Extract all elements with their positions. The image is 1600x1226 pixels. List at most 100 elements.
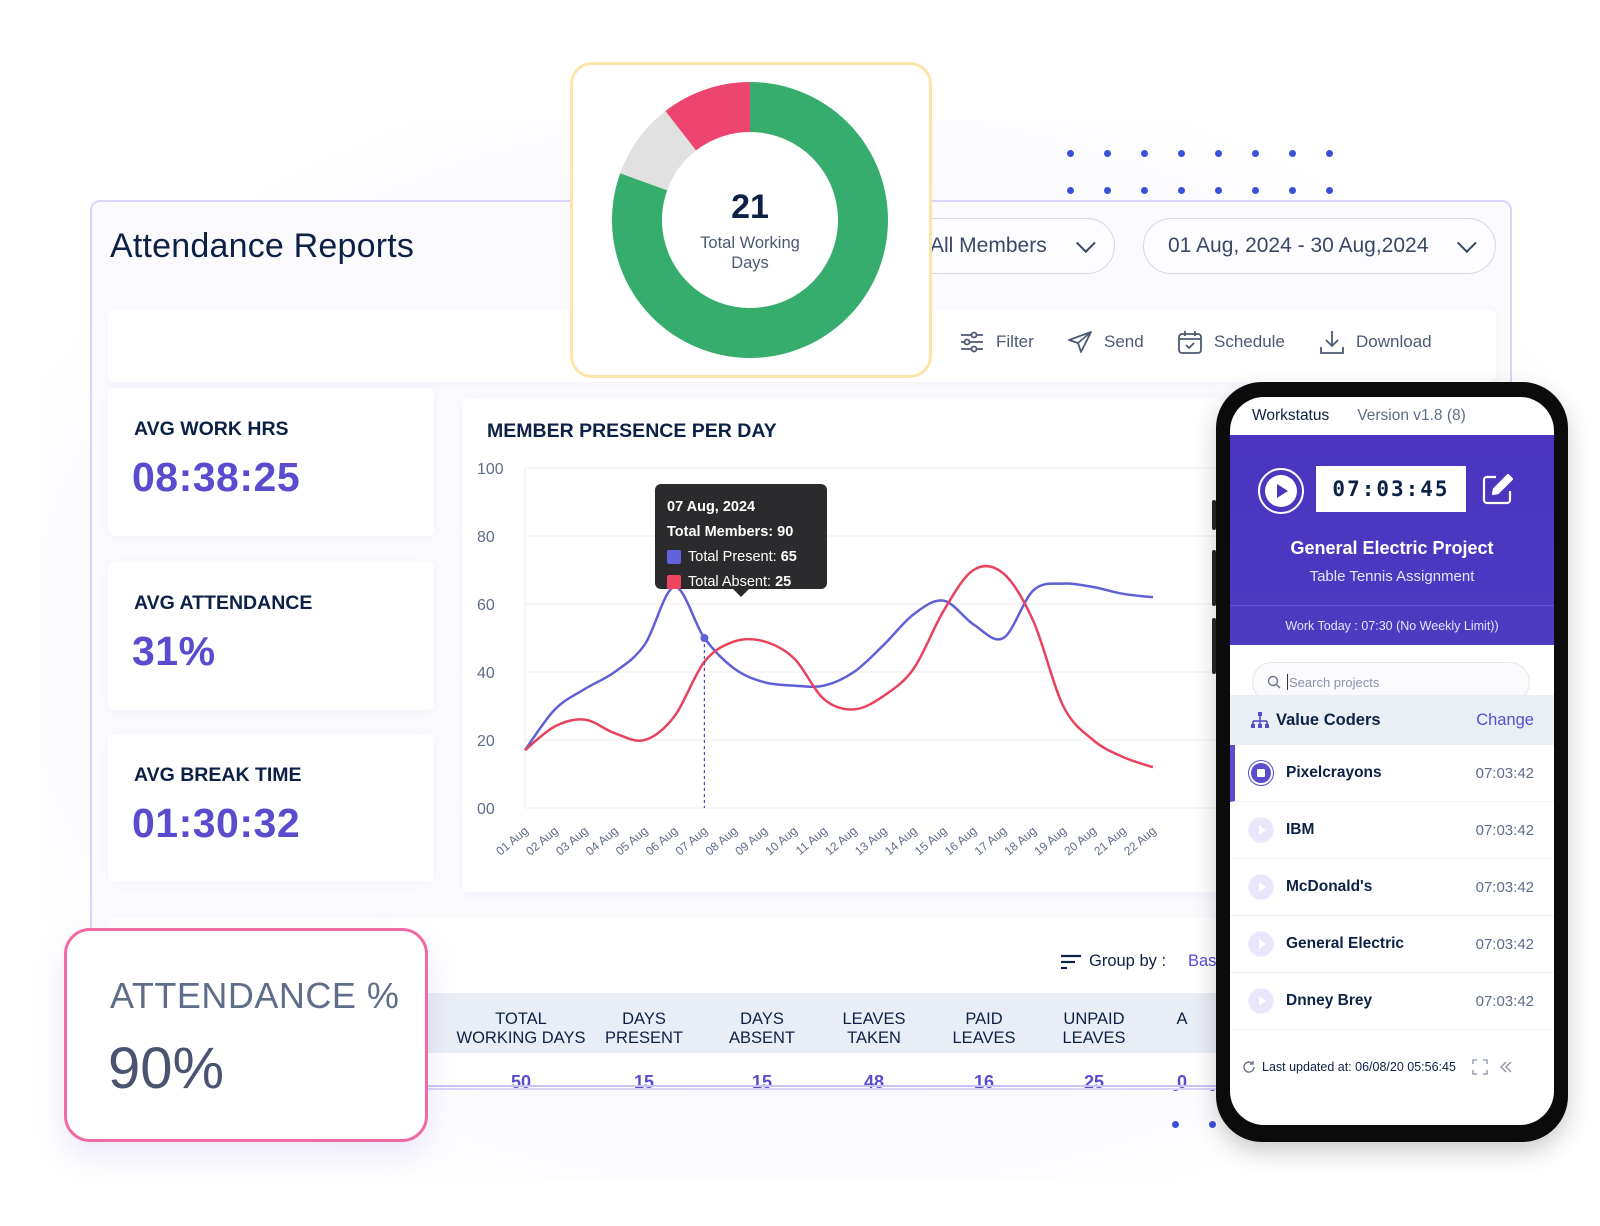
table-cell: 15 <box>633 1072 655 1092</box>
stat-label: AVG BREAK TIME <box>134 764 302 786</box>
members-select[interactable]: All Members <box>905 218 1115 274</box>
x-tick-label: 12 Aug <box>822 824 860 859</box>
collapse-chevrons-icon[interactable] <box>1500 1061 1512 1073</box>
filter-label: Filter <box>996 332 1034 351</box>
y-tick-label: 60 <box>477 597 495 614</box>
column-header[interactable]: DAYS ABSENT <box>729 1010 795 1048</box>
calendar-check-icon <box>1178 331 1202 354</box>
refresh-icon[interactable] <box>1242 1060 1256 1074</box>
stat-value: 08:38:25 <box>132 454 301 500</box>
play-icon[interactable] <box>1248 874 1274 900</box>
stat-value: 31% <box>132 628 216 674</box>
column-header[interactable]: LEAVES TAKEN <box>843 1010 906 1048</box>
project-time: 07:03:42 <box>1475 935 1534 953</box>
schedule-button[interactable]: Schedule <box>1176 328 1285 356</box>
play-icon[interactable] <box>1248 817 1274 843</box>
column-header[interactable]: TOTAL WORKING DAYS <box>457 1010 586 1048</box>
phone-side-button <box>1212 500 1216 530</box>
stat-value: 01:30:32 <box>132 800 301 846</box>
current-project: General Electric Project <box>1290 538 1494 558</box>
table-cell: 50 <box>510 1072 532 1092</box>
working-days-label: Total Working Days <box>700 234 800 272</box>
project-name: General Electric <box>1286 935 1405 952</box>
change-organization-link[interactable]: Change <box>1476 711 1534 730</box>
tooltip-members: Total Members: 90 <box>667 523 794 540</box>
sort-lines-icon <box>1061 954 1081 969</box>
y-tick-label: 00 <box>477 801 495 818</box>
download-label: Download <box>1356 332 1432 351</box>
x-tick-label: 02 Aug <box>523 824 561 859</box>
member-presence-chart: 00 20 40 60 80 100 01 Aug02 Aug03 Aug04 Aug05 … <box>477 461 1222 859</box>
play-icon[interactable] <box>1248 931 1274 957</box>
stat-card-avg-attendance: AVG ATTENDANCE 31% <box>108 562 434 710</box>
y-tick-label: 100 <box>477 461 504 478</box>
y-tick-label: 80 <box>477 529 495 546</box>
group-by-label: Group by : <box>1089 952 1167 970</box>
column-header[interactable]: DAYS PRESENT <box>605 1010 683 1048</box>
x-tick-label: 20 Aug <box>1061 824 1099 859</box>
app-version: Version v1.8 (8) <box>1357 407 1466 424</box>
play-icon[interactable] <box>1248 988 1274 1014</box>
play-button[interactable] <box>1258 468 1304 514</box>
project-name: Dnney Brey <box>1286 992 1373 1009</box>
stat-label: AVG WORK HRS <box>134 418 289 440</box>
series-line-total-present <box>523 582 1154 751</box>
org-hierarchy-icon <box>1251 712 1269 728</box>
current-task: Table Tennis Assignment <box>1309 568 1475 585</box>
project-row[interactable]: General Electric 07:03:42 <box>1230 916 1554 973</box>
download-icon <box>1320 331 1344 354</box>
tooltip-present: Total Present: 65 <box>667 544 815 569</box>
x-tick-label: 07 Aug <box>673 824 711 859</box>
project-time: 07:03:42 <box>1475 992 1534 1010</box>
stat-card-avg-break-time: AVG BREAK TIME 01:30:32 <box>108 734 434 882</box>
project-row[interactable]: McDonald's 07:03:42 <box>1230 859 1554 916</box>
phone-screen: Workstatus Version v1.8 (8) 07:03:45 Gen… <box>1230 397 1554 1125</box>
y-tick-label: 20 <box>477 733 495 750</box>
project-time: 07:03:42 <box>1475 764 1534 782</box>
table-cell: 15 <box>751 1072 773 1092</box>
chevron-down-icon <box>1456 233 1477 254</box>
row-divider <box>420 1085 1220 1087</box>
x-tick-label: 01 Aug <box>493 824 531 859</box>
organization-name: Value Coders <box>1276 710 1381 729</box>
column-header[interactable]: A <box>1176 1010 1187 1029</box>
series-line-total-absent <box>524 564 1154 769</box>
edit-icon[interactable] <box>1480 471 1516 507</box>
table-cell: 0 <box>1176 1072 1188 1092</box>
stat-label: AVG ATTENDANCE <box>134 592 313 614</box>
download-button[interactable]: Download <box>1318 328 1432 356</box>
project-row[interactable]: IBM 07:03:42 <box>1230 802 1554 859</box>
members-select-value: All Members <box>930 234 1047 257</box>
schedule-label: Schedule <box>1214 332 1285 351</box>
table-cell: 48 <box>863 1072 885 1092</box>
group-by-control[interactable]: Group by : <box>1061 952 1166 971</box>
x-tick-label: 19 Aug <box>1031 824 1069 859</box>
project-row[interactable]: Dnney Brey 07:03:42 <box>1230 973 1554 1030</box>
column-header[interactable]: PAID LEAVES <box>953 1010 1016 1048</box>
column-header[interactable]: UNPAID LEAVES <box>1063 1010 1126 1048</box>
absent-swatch <box>667 574 681 589</box>
phone-volume-down <box>1212 618 1216 674</box>
x-tick-label: 10 Aug <box>762 824 800 859</box>
search-placeholder: Search projects <box>1289 674 1380 690</box>
stat-card-avg-work-hrs: AVG WORK HRS 08:38:25 <box>108 388 434 536</box>
working-days-number: 21 <box>731 188 769 226</box>
project-time: 07:03:42 <box>1475 821 1534 839</box>
stop-icon[interactable] <box>1248 760 1274 786</box>
attendance-percent-label: ATTENDANCE % <box>110 975 400 1016</box>
project-name: McDonald's <box>1286 878 1373 895</box>
project-row[interactable]: Pixelcrayons 07:03:42 <box>1230 745 1554 802</box>
expand-icon[interactable] <box>1472 1059 1488 1075</box>
x-tick-label: 17 Aug <box>972 824 1010 859</box>
table-cell: 25 <box>1083 1072 1105 1092</box>
text-caret <box>1287 674 1288 690</box>
filter-button[interactable]: Filter <box>958 328 1034 356</box>
x-tick-label: 09 Aug <box>732 824 770 859</box>
app-header: Workstatus Version v1.8 (8) <box>1230 397 1554 435</box>
y-tick-label: 40 <box>477 665 495 682</box>
project-name: IBM <box>1286 821 1315 838</box>
send-button[interactable]: Send <box>1066 328 1144 356</box>
date-range-select[interactable]: 01 Aug, 2024 - 30 Aug,2024 <box>1143 218 1496 274</box>
x-tick-label: 03 Aug <box>553 824 591 859</box>
group-by-value[interactable]: Bas <box>1188 952 1216 971</box>
